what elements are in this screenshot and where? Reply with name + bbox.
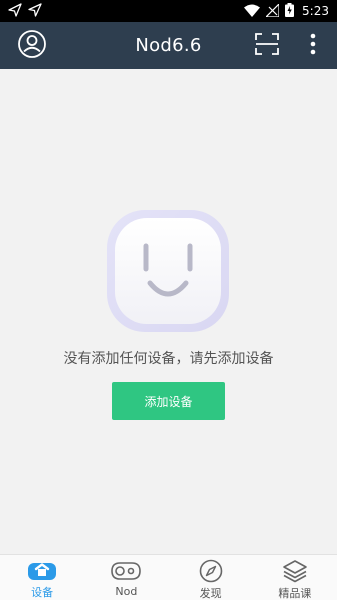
nav-item-discover[interactable]: 发现 xyxy=(169,555,253,600)
status-time: 5:23 xyxy=(302,4,329,18)
battery-charging-icon xyxy=(285,2,295,21)
send-icon xyxy=(8,2,22,21)
no-signal-icon xyxy=(264,2,280,21)
device-icon xyxy=(26,559,58,582)
add-device-button[interactable]: 添加设备 xyxy=(112,382,225,420)
navigation-icon xyxy=(28,2,42,21)
status-left xyxy=(8,2,42,21)
scan-icon xyxy=(255,32,279,59)
compass-icon xyxy=(195,559,227,583)
nav-item-courses[interactable]: 精品课 xyxy=(253,555,337,600)
layers-icon xyxy=(279,559,311,583)
wifi-icon xyxy=(244,2,261,21)
status-right: 5:23 xyxy=(244,2,329,21)
nav-label-devices: 设备 xyxy=(31,586,54,599)
more-vert-icon xyxy=(310,33,316,59)
smiley-face-icon xyxy=(106,209,230,333)
empty-state-message: 没有添加任何设备，请先添加设备 xyxy=(63,351,274,367)
status-bar: 5:23 xyxy=(0,0,337,22)
nav-item-devices[interactable]: 设备 xyxy=(0,555,84,600)
user-icon xyxy=(17,29,47,63)
bottom-nav: 设备 Nod 发现 精品课 xyxy=(0,554,337,600)
nav-label-discover: 发现 xyxy=(199,587,222,600)
profile-button[interactable] xyxy=(14,22,50,69)
more-button[interactable] xyxy=(302,22,324,69)
nod-icon xyxy=(110,559,142,583)
app-bar: Nod6.6 xyxy=(0,22,337,69)
nav-label-courses: 精品课 xyxy=(278,587,312,600)
nav-item-nod[interactable]: Nod xyxy=(84,555,168,600)
nav-label-nod: Nod xyxy=(115,585,138,598)
device-list-empty: 没有添加任何设备，请先添加设备 添加设备 xyxy=(0,69,337,554)
page-title: Nod6.6 xyxy=(135,35,202,56)
scan-button[interactable] xyxy=(252,22,282,69)
